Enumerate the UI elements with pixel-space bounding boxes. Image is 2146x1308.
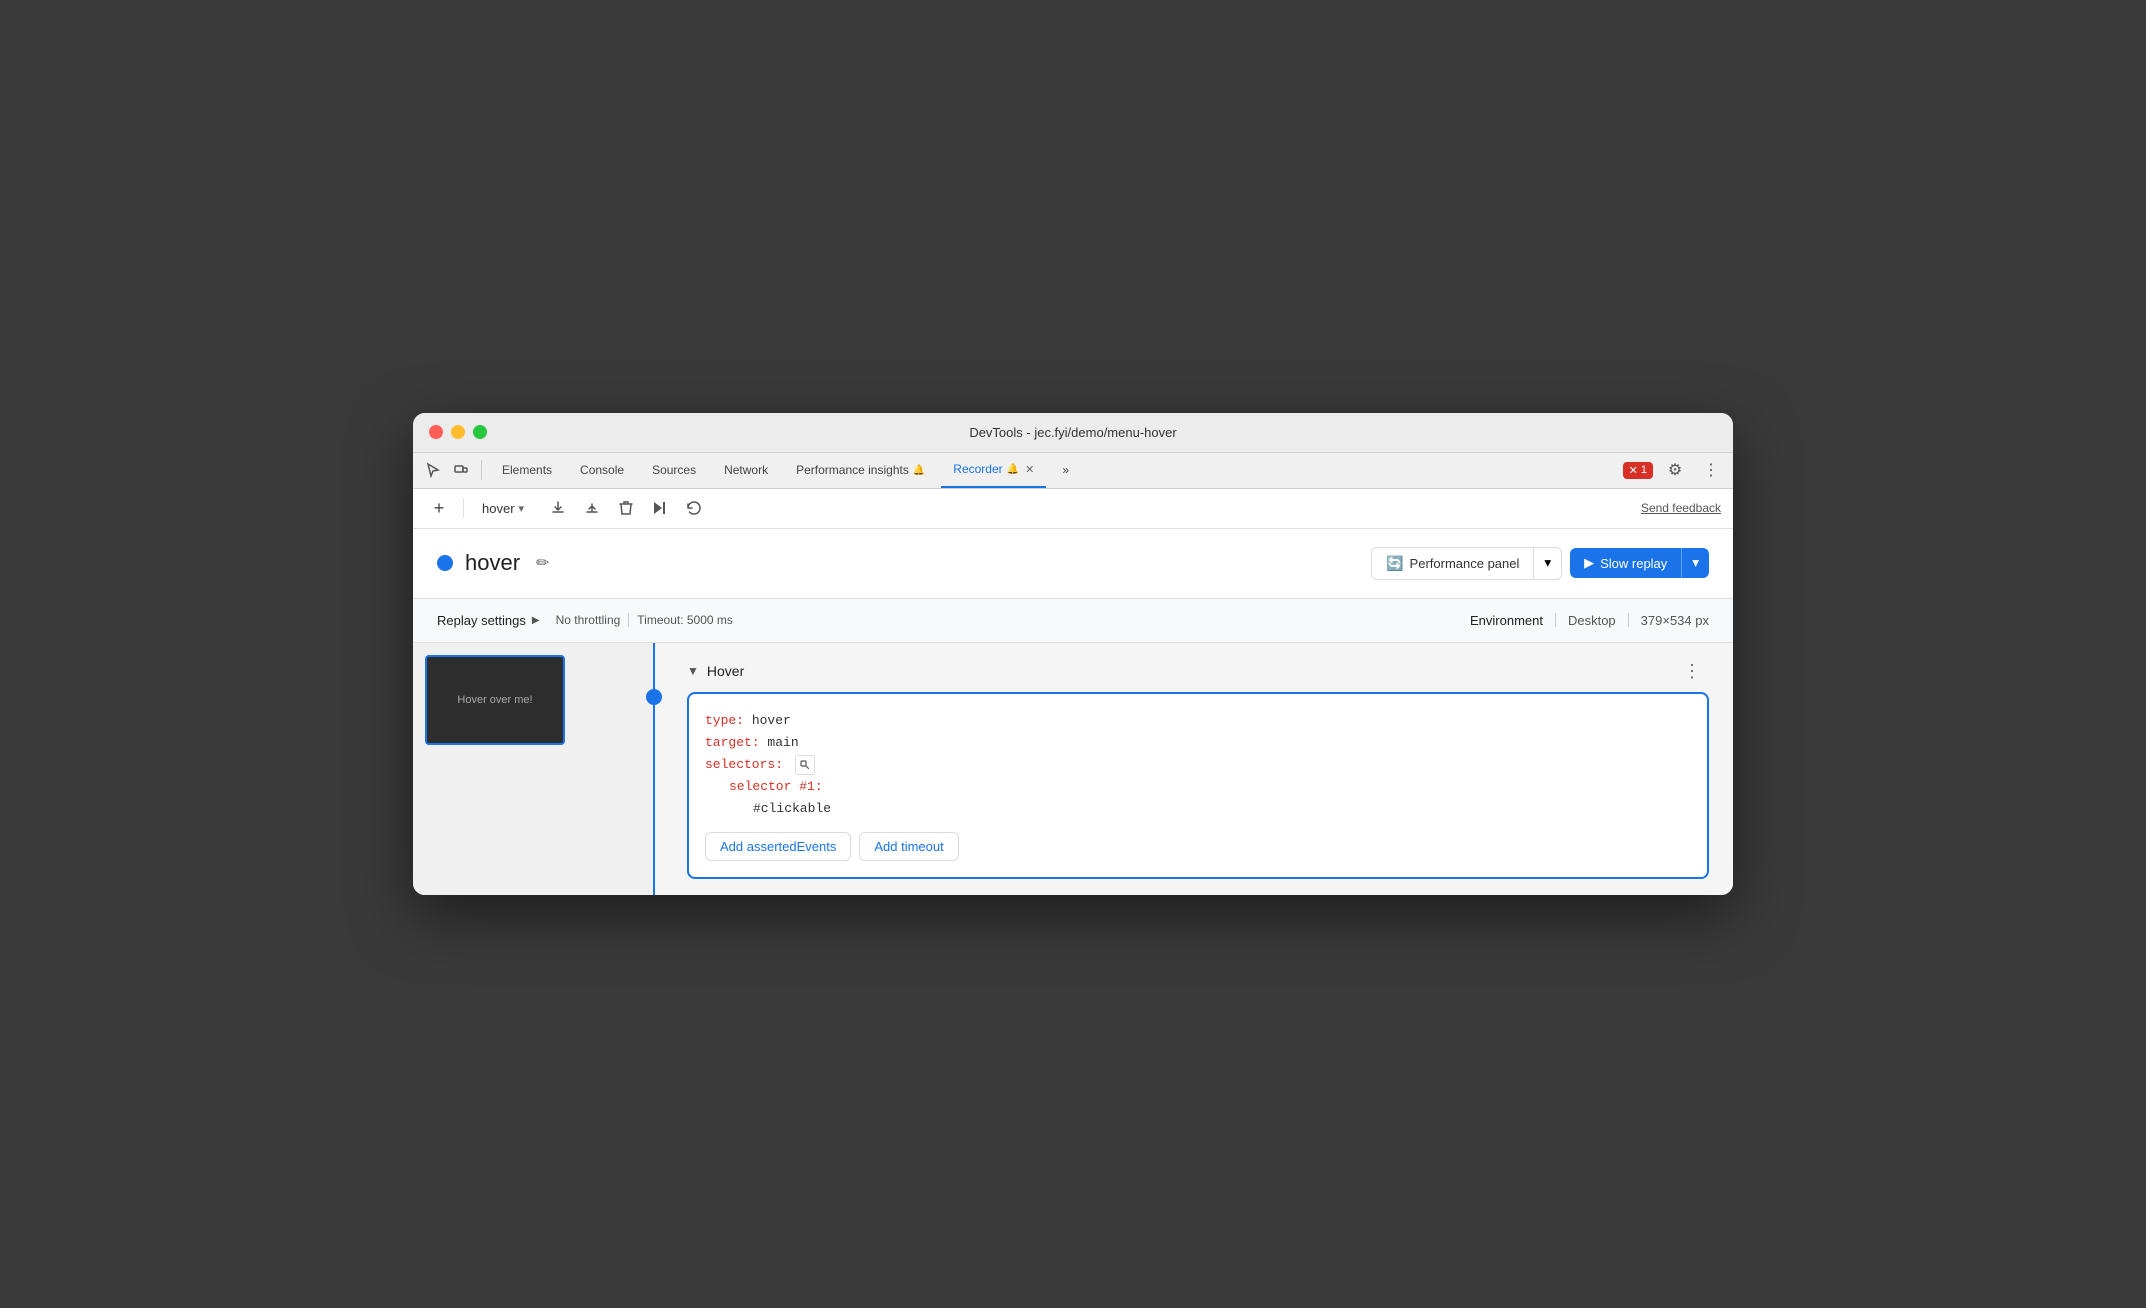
add-asserted-events-button[interactable]: Add assertedEvents <box>705 832 851 861</box>
new-recording-button[interactable]: + <box>425 494 453 522</box>
environment-value: Desktop <box>1568 613 1616 628</box>
recording-selector[interactable]: hover ▾ <box>474 497 532 520</box>
step-content-wrapper: ▼ Hover ⋮ type: hover target: <box>687 659 1709 879</box>
devtools-window: DevTools - jec.fyi/demo/menu-hover Eleme… <box>413 413 1733 895</box>
toolbar-left: + hover ▾ <box>425 494 708 522</box>
performance-panel-group: 🔄 Performance panel ▾ <box>1371 547 1562 580</box>
tab-bar: Elements Console Sources Network Perform… <box>413 453 1733 489</box>
performance-panel-icon: 🔄 <box>1386 555 1403 572</box>
timeout-value: Timeout: 5000 ms <box>637 613 733 627</box>
step-actions: Add assertedEvents Add timeout <box>705 832 1691 861</box>
toolbar-right: Send feedback <box>1641 499 1721 517</box>
minimize-button[interactable] <box>451 425 465 439</box>
replay-settings-toggle[interactable]: Replay settings ▶ <box>437 613 540 628</box>
main-content: hover ✏ 🔄 Performance panel ▾ ▶ Slo <box>413 529 1733 895</box>
tab-console[interactable]: Console <box>568 452 636 488</box>
steps-area: Hover over me! ▼ Hover ⋮ <box>413 643 1733 895</box>
recording-name: hover <box>465 550 520 576</box>
step-collapse-button[interactable]: ▼ <box>687 664 699 678</box>
timeline-line <box>653 643 655 895</box>
settings-button[interactable]: ⚙ <box>1661 456 1689 484</box>
recording-title-area: hover ✏ <box>437 549 553 577</box>
delete-button[interactable] <box>612 494 640 522</box>
chevron-down-icon: ▾ <box>519 502 525 515</box>
tab-performance-insights[interactable]: Performance insights 🔔 <box>784 452 937 488</box>
close-button[interactable] <box>429 425 443 439</box>
code-line-target: target: main <box>705 732 1691 754</box>
replay-settings-bar: Replay settings ▶ No throttling Timeout:… <box>413 599 1733 643</box>
step-title-area: ▼ Hover <box>687 663 744 679</box>
steps-timeline: Hover over me! <box>413 643 653 895</box>
replay-settings-right: Environment Desktop 379×534 px <box>1470 613 1709 628</box>
error-icon: ✕ <box>1629 464 1638 477</box>
step-content-area: ▼ Hover ⋮ type: hover target: <box>655 643 1733 895</box>
tab-recorder[interactable]: Recorder 🔔 ✕ <box>941 452 1046 488</box>
edit-recording-name-icon[interactable]: ✏ <box>532 549 553 577</box>
env-divider2 <box>1628 613 1629 627</box>
performance-panel-dropdown-button[interactable]: ▾ <box>1534 547 1562 580</box>
code-line-type: type: hover <box>705 710 1691 732</box>
recording-status-dot <box>437 555 453 571</box>
recorder-toolbar: + hover ▾ <box>413 489 1733 529</box>
throttling-info: No throttling Timeout: 5000 ms <box>556 613 733 627</box>
tab-sources[interactable]: Sources <box>640 452 708 488</box>
chevron-down-icon: ▾ <box>1544 555 1551 570</box>
performance-insights-icon: 🔔 <box>913 465 925 476</box>
step-detail-box: type: hover target: main selectors: <box>687 692 1709 879</box>
export-button[interactable] <box>544 494 572 522</box>
error-badge[interactable]: ✕ 1 <box>1623 462 1653 479</box>
tab-network[interactable]: Network <box>712 452 780 488</box>
env-divider <box>1555 613 1556 627</box>
traffic-lights <box>429 425 487 439</box>
step-header: ▼ Hover ⋮ <box>687 659 1709 684</box>
step-row: ▼ Hover ⋮ type: hover target: <box>687 659 1709 879</box>
plus-icon: + <box>434 498 445 519</box>
recording-actions: 🔄 Performance panel ▾ ▶ Slow replay ▾ <box>1371 547 1709 580</box>
tab-divider <box>481 460 482 480</box>
toolbar-divider <box>463 498 464 518</box>
play-icon: ▶ <box>1584 555 1594 571</box>
slow-replay-main-button[interactable]: ▶ Slow replay <box>1570 548 1681 578</box>
tab-more[interactable]: » <box>1050 452 1081 488</box>
tab-bar-right: ✕ 1 ⚙ ⋮ <box>1623 456 1725 484</box>
cursor-icon[interactable] <box>421 458 445 482</box>
tab-elements[interactable]: Elements <box>490 452 564 488</box>
throttling-value: No throttling <box>556 613 621 627</box>
gear-icon: ⚙ <box>1668 460 1682 480</box>
code-line-selector1: selector #1: <box>729 776 1691 798</box>
step-replay-button[interactable] <box>646 494 674 522</box>
recorder-icon: 🔔 <box>1007 464 1019 475</box>
step-more-button[interactable]: ⋮ <box>1675 659 1709 684</box>
timeline-node <box>646 689 662 705</box>
selector-icon-button[interactable] <box>795 755 815 775</box>
tab-bar-left: Elements Console Sources Network Perform… <box>421 452 1081 488</box>
device-toolbar-icon[interactable] <box>449 458 473 482</box>
recorder-close-icon[interactable]: ✕ <box>1025 463 1034 476</box>
more-icon: ⋮ <box>1703 460 1719 480</box>
environment-label: Environment <box>1470 613 1543 628</box>
title-bar: DevTools - jec.fyi/demo/menu-hover <box>413 413 1733 453</box>
code-line-selectors: selectors: <box>705 754 1691 776</box>
replay-settings-left: Replay settings ▶ No throttling Timeout:… <box>437 613 733 628</box>
performance-panel-button[interactable]: 🔄 Performance panel <box>1371 547 1534 580</box>
step-title: Hover <box>707 663 744 679</box>
more-options-button[interactable]: ⋮ <box>1697 456 1725 484</box>
code-line-selector1-value: #clickable <box>753 798 1691 820</box>
environment-section: Environment Desktop 379×534 px <box>1470 613 1709 628</box>
throttle-divider <box>628 613 629 627</box>
maximize-button[interactable] <box>473 425 487 439</box>
send-feedback-link[interactable]: Send feedback <box>1641 501 1721 515</box>
resolution-value: 379×534 px <box>1641 613 1709 628</box>
import-button[interactable] <box>578 494 606 522</box>
chevron-down-icon: ▾ <box>1692 555 1699 570</box>
window-title: DevTools - jec.fyi/demo/menu-hover <box>969 425 1176 440</box>
slow-replay-dropdown-button[interactable]: ▾ <box>1681 548 1709 578</box>
toolbar-actions <box>544 494 708 522</box>
add-timeout-button[interactable]: Add timeout <box>859 832 958 861</box>
replay-settings-chevron-icon: ▶ <box>532 615 540 626</box>
step-thumbnail[interactable]: Hover over me! <box>425 655 565 745</box>
recording-header: hover ✏ 🔄 Performance panel ▾ ▶ Slo <box>413 529 1733 599</box>
replay-button[interactable] <box>680 494 708 522</box>
slow-replay-button-group: ▶ Slow replay ▾ <box>1570 548 1709 578</box>
